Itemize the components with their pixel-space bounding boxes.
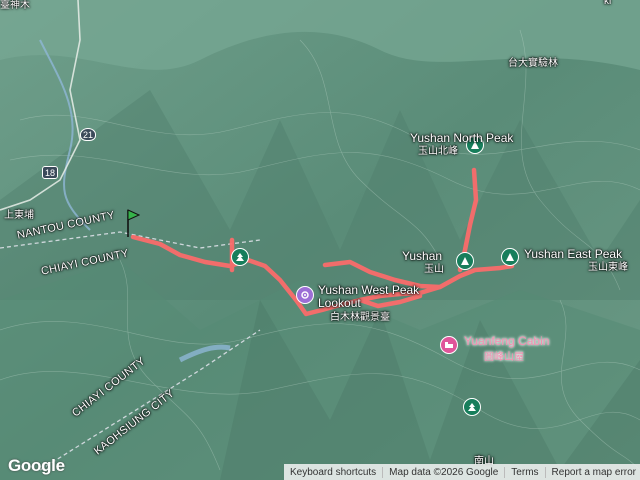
- park-marker-icon[interactable]: [463, 398, 481, 416]
- google-logo[interactable]: Google: [8, 456, 65, 476]
- report-error-link[interactable]: Report a map error: [546, 467, 640, 478]
- peak-label-main-zh: 玉山: [424, 264, 444, 275]
- map-footer: Keyboard shortcuts Map data ©2026 Google…: [284, 464, 640, 480]
- mountain-peak-icon[interactable]: [456, 252, 474, 270]
- peak-label-east[interactable]: Yushan East Peak: [524, 248, 622, 261]
- place-label-forest: 台大實驗林: [508, 58, 558, 69]
- cabin-label[interactable]: Yuanfeng Cabin: [464, 334, 549, 348]
- keyboard-shortcuts-link[interactable]: Keyboard shortcuts: [284, 466, 384, 478]
- road-18-shield: 18: [42, 166, 59, 179]
- peak-label-north[interactable]: Yushan North Peak: [410, 132, 513, 145]
- viewpoint-label-zh: 白木林觀景臺: [330, 312, 390, 323]
- viewpoint-icon[interactable]: [296, 286, 314, 304]
- cabin-label-zh: 圓峰山屋: [484, 352, 524, 363]
- peak-label-north-zh: 玉山北峰: [418, 146, 458, 157]
- terrain-layer: [0, 0, 640, 480]
- park-marker-icon[interactable]: [231, 248, 249, 266]
- place-label-top-right: ki: [604, 0, 612, 7]
- place-label-top-left: 臺神木: [0, 0, 30, 11]
- viewpoint-label[interactable]: Yushan West Peak Lookout: [318, 284, 430, 310]
- place-label-dongpu: 上東埔: [4, 210, 34, 221]
- terms-link[interactable]: Terms: [505, 466, 546, 478]
- start-flag-icon[interactable]: [124, 206, 140, 238]
- peak-label-east-zh: 玉山東峰: [588, 262, 628, 273]
- lodging-icon[interactable]: [440, 336, 458, 354]
- map-canvas[interactable]: 臺神木 ki 台大實驗林 上東埔 南山 21 18 NANTOU COUNTY …: [0, 0, 640, 480]
- road-21-shield: 21: [80, 128, 97, 141]
- map-data-attribution: Map data ©2026 Google: [383, 466, 506, 478]
- peak-label-main[interactable]: Yushan: [402, 250, 442, 263]
- mountain-peak-icon[interactable]: [501, 248, 519, 266]
